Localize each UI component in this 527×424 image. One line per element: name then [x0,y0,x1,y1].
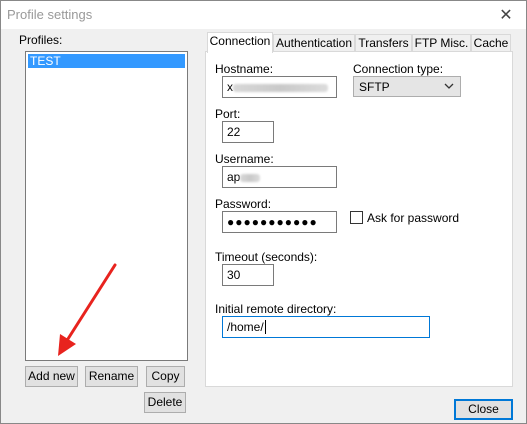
tab-connection[interactable]: Connection [207,32,273,53]
annotation-arrow-icon [58,263,117,356]
